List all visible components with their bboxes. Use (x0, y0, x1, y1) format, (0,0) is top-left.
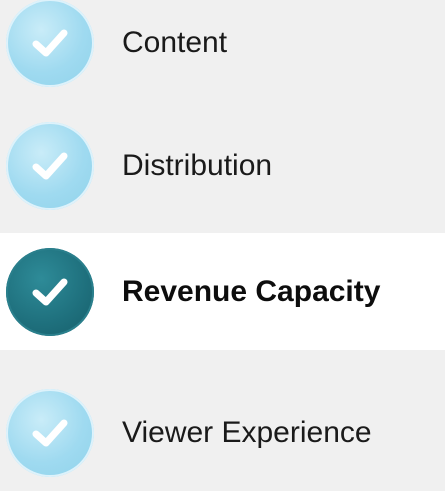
checklist-item-label: Revenue Capacity (122, 274, 381, 308)
checklist-item-distribution[interactable]: Distribution (0, 107, 445, 224)
check-icon (6, 247, 94, 336)
checkmark-glyph (32, 152, 68, 179)
checklist-item-content[interactable]: Content (0, 0, 445, 101)
checkmark-glyph (32, 278, 68, 305)
checklist-item-label: Content (122, 25, 228, 59)
checklist-item-revenue-capacity[interactable]: Revenue Capacity (0, 233, 445, 350)
checklist: Content Distribution Revenue Capacity Vi… (0, 0, 445, 477)
check-icon (6, 388, 94, 477)
checklist-item-label: Distribution (122, 148, 273, 182)
checklist-item-label: Viewer Experience (122, 415, 372, 449)
checkmark-glyph (32, 419, 68, 446)
checkmark-glyph (32, 29, 68, 56)
check-icon (6, 121, 94, 210)
checklist-item-viewer-experience[interactable]: Viewer Experience (0, 374, 445, 491)
check-icon (6, 0, 94, 87)
